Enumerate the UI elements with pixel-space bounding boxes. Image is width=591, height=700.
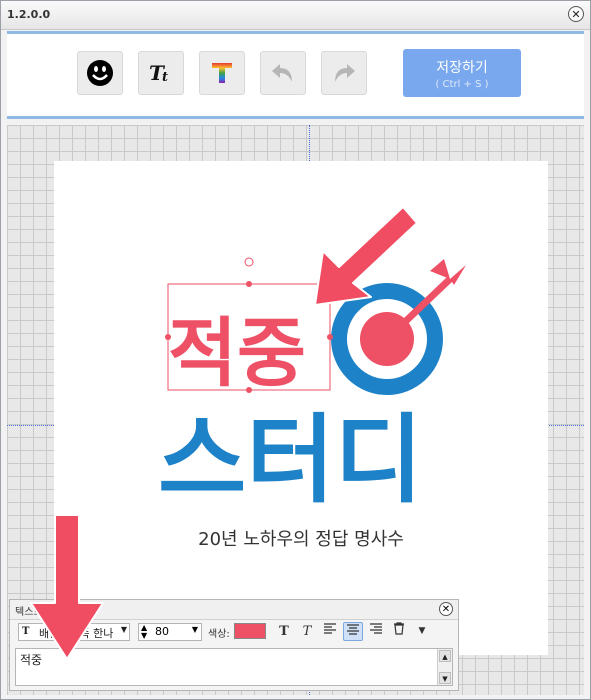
italic-icon[interactable]: T	[297, 622, 317, 641]
redo-button[interactable]	[321, 51, 367, 95]
trash-icon[interactable]	[389, 622, 409, 641]
svg-text:t: t	[162, 70, 168, 85]
text-input[interactable]: 적중 ▲ ▼	[15, 648, 453, 686]
bold-icon[interactable]: T	[274, 622, 294, 641]
logo-word-2[interactable]: 스터디	[158, 404, 423, 516]
logo-word-1[interactable]: 적중	[168, 309, 306, 397]
undo-icon	[272, 64, 292, 82]
editor-window: 1.2.0.0 ✕ T t 저장하기 (Ctrl + S) 적중 스터디 2…	[0, 0, 591, 700]
chevron-down-icon: ▼	[191, 625, 198, 634]
logo-artwork: 적중 스터디 20년 노하우의 정답 명사수	[158, 257, 466, 550]
save-button[interactable]: 저장하기 ( Ctrl + S )	[403, 49, 521, 97]
scroll-up-icon[interactable]: ▲	[439, 650, 451, 662]
chevron-down-icon: ▼	[120, 625, 127, 634]
design-paper[interactable]: 적중 스터디 20년 노하우의 정답 명사수	[54, 161, 548, 655]
align-center-icon[interactable]	[343, 622, 363, 641]
font-select[interactable]: T 배달의민족 한나 ▼	[18, 623, 130, 641]
text-button[interactable]: T t	[138, 51, 184, 95]
color-text-button[interactable]	[199, 51, 245, 95]
window-title: 1.2.0.0	[7, 8, 51, 21]
text-panel-header: 텍스트 꾸밀하기 ✕	[10, 600, 458, 620]
text-input-value: 적중	[20, 653, 43, 667]
size-spinner-icon[interactable]: ▲ ▼	[141, 624, 147, 640]
text-input-scrollbar[interactable]: ▲ ▼	[437, 649, 452, 685]
color-swatch[interactable]	[234, 623, 266, 639]
title-bar: 1.2.0.0 ✕	[1, 1, 590, 30]
align-right-icon[interactable]	[366, 622, 386, 641]
smiley-icon	[87, 60, 113, 86]
font-size-select[interactable]: ▲ ▼ 80 ▼	[138, 623, 202, 641]
scroll-down-icon[interactable]: ▼	[439, 672, 451, 684]
save-label: 저장하기	[436, 60, 488, 76]
more-options-icon[interactable]: ▼	[412, 622, 432, 641]
target-icon	[331, 259, 466, 395]
align-left-icon[interactable]	[320, 622, 340, 641]
text-style-panel: 텍스트 꾸밀하기 ✕ T 배달의민족 한나 ▼ ▲▼ 80 ▼ 색상: T T	[9, 599, 459, 691]
rainbow-text-icon	[212, 63, 232, 83]
redo-icon	[335, 64, 355, 82]
sticker-button[interactable]	[77, 51, 123, 95]
text-panel-close-button[interactable]: ✕	[439, 602, 453, 616]
logo-tagline[interactable]: 20년 노하우의 정답 명사수	[198, 529, 404, 550]
save-shortcut: ( Ctrl + S )	[435, 79, 489, 90]
text-format-icon: T t	[149, 61, 168, 85]
toolbar: T t 저장하기 (Ctrl + S)	[7, 31, 584, 119]
font-type-icon: T	[22, 626, 30, 637]
text-panel-title: 텍스트 꾸밀하기	[15, 607, 83, 618]
text-format-toolbar: T 배달의민족 한나 ▼ ▲ ▼ 80 ▼ 색상: T T ▼	[14, 622, 454, 644]
window-close-button[interactable]: ✕	[568, 6, 584, 22]
font-name: 배달의민족 한나	[39, 627, 114, 640]
color-label: 색상:	[208, 629, 230, 640]
font-size-value: 80	[155, 625, 169, 638]
undo-button[interactable]	[260, 51, 306, 95]
